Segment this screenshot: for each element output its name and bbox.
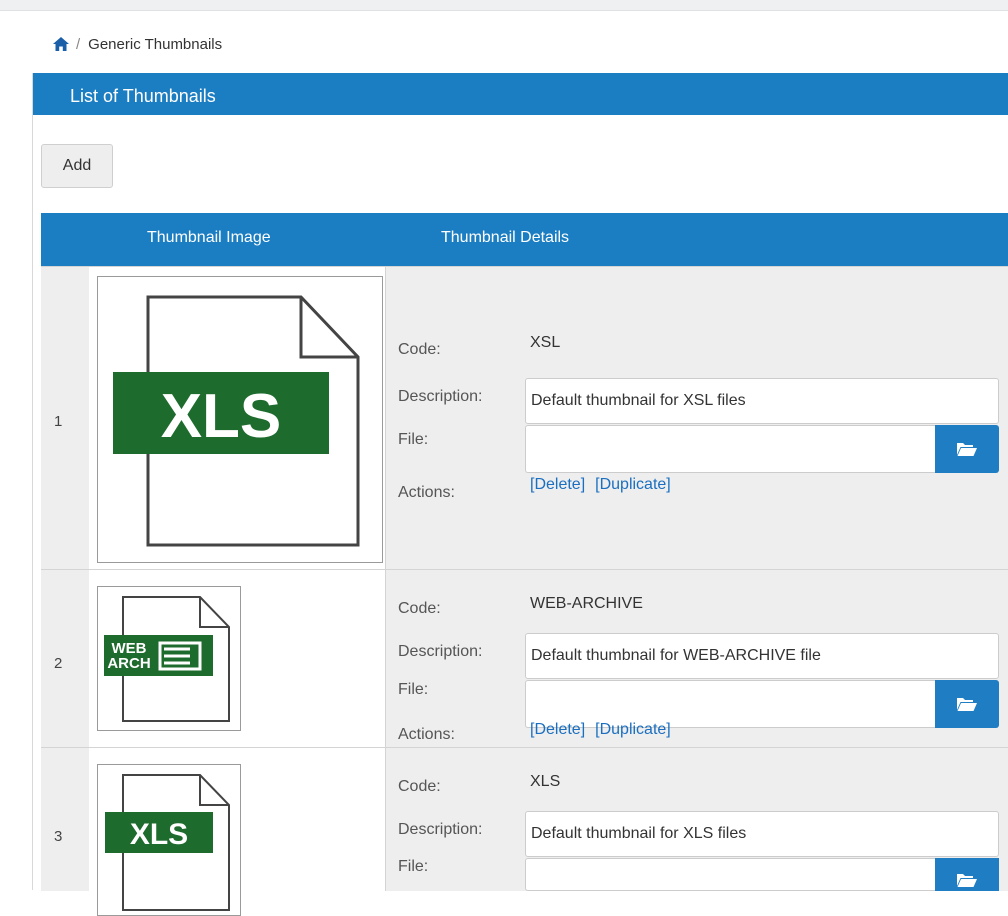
add-button[interactable]: Add (41, 144, 113, 188)
table-row: 1 XLS Code: XSL Description: File: (41, 266, 1008, 570)
file-label: File: (398, 681, 429, 698)
actions-label: Actions: (398, 484, 455, 501)
delete-link[interactable]: [Delete] (530, 721, 585, 738)
file-input[interactable] (525, 425, 935, 473)
row-number: 1 (54, 413, 63, 430)
table-row: 3 XLS Code: XLS Description: File: (41, 747, 1008, 916)
thumbnail-cell: XLS (89, 748, 386, 916)
table-row: 2 WEB ARCH Code: WEB-ARCHIVE Description… (41, 569, 1008, 748)
thumbnail-cell: WEB ARCH (89, 570, 386, 748)
file-input[interactable] (525, 858, 935, 891)
row-number-cell: 1 (41, 267, 90, 570)
code-label: Code: (398, 600, 441, 617)
description-input[interactable] (525, 378, 999, 424)
thumbnail-label: ARCH (107, 655, 150, 672)
folder-open-icon (957, 698, 977, 711)
row-number: 2 (54, 655, 63, 672)
file-label: File: (398, 858, 429, 875)
row-number-cell: 3 (41, 748, 90, 891)
delete-link[interactable]: [Delete] (530, 476, 585, 493)
description-input[interactable] (525, 633, 999, 679)
code-value: XSL (530, 334, 561, 351)
thumbnail-cell: XLS (89, 267, 386, 570)
home-icon[interactable] (52, 36, 70, 52)
row-number: 3 (54, 828, 63, 845)
panel-title: List of Thumbnails (70, 86, 216, 106)
thumbnail-image: XLS (97, 276, 383, 563)
code-label: Code: (398, 341, 441, 358)
web-archive-file-icon: WEB ARCH (104, 596, 230, 722)
description-label: Description: (398, 643, 483, 660)
table-header: Thumbnail Image Thumbnail Details (41, 213, 1008, 266)
row-actions: [Delete] [Duplicate] (530, 721, 671, 739)
actions-label: Actions: (398, 726, 455, 743)
code-label: Code: (398, 778, 441, 795)
duplicate-link[interactable]: [Duplicate] (595, 721, 671, 738)
thumbnails-panel: List of Thumbnails Add Thumbnail Image T… (32, 73, 1008, 916)
description-input[interactable] (525, 811, 999, 857)
breadcrumb-separator: / (76, 35, 81, 53)
file-label: File: (398, 431, 429, 448)
breadcrumb-current: Generic Thumbnails (88, 35, 223, 53)
breadcrumb: / Generic Thumbnails (52, 32, 222, 56)
code-value: WEB-ARCHIVE (530, 595, 643, 612)
column-header-image: Thumbnail Image (147, 229, 271, 246)
thumbnail-label: XLS (130, 818, 188, 851)
row-number-cell: 2 (41, 570, 90, 748)
code-value: XLS (530, 773, 561, 790)
thumbnail-image: XLS (97, 764, 241, 916)
browse-file-button[interactable] (935, 425, 999, 473)
row-actions: [Delete] [Duplicate] (530, 476, 671, 494)
xls-file-icon: XLS (113, 295, 360, 547)
thumbnails-table: Thumbnail Image Thumbnail Details 1 XLS … (41, 213, 1008, 916)
folder-open-icon (957, 443, 977, 456)
panel-header: List of Thumbnails (33, 73, 1008, 115)
folder-open-icon (957, 873, 977, 887)
description-label: Description: (398, 388, 483, 405)
browse-file-button[interactable] (935, 680, 999, 728)
thumbnail-label: XLS (161, 382, 282, 451)
xls-file-icon: XLS (105, 774, 230, 911)
browse-file-button[interactable] (935, 858, 999, 891)
duplicate-link[interactable]: [Duplicate] (595, 476, 671, 493)
thumbnail-image: WEB ARCH (97, 586, 241, 731)
column-header-details: Thumbnail Details (441, 229, 570, 246)
description-label: Description: (398, 821, 483, 838)
top-bar (0, 0, 1008, 11)
